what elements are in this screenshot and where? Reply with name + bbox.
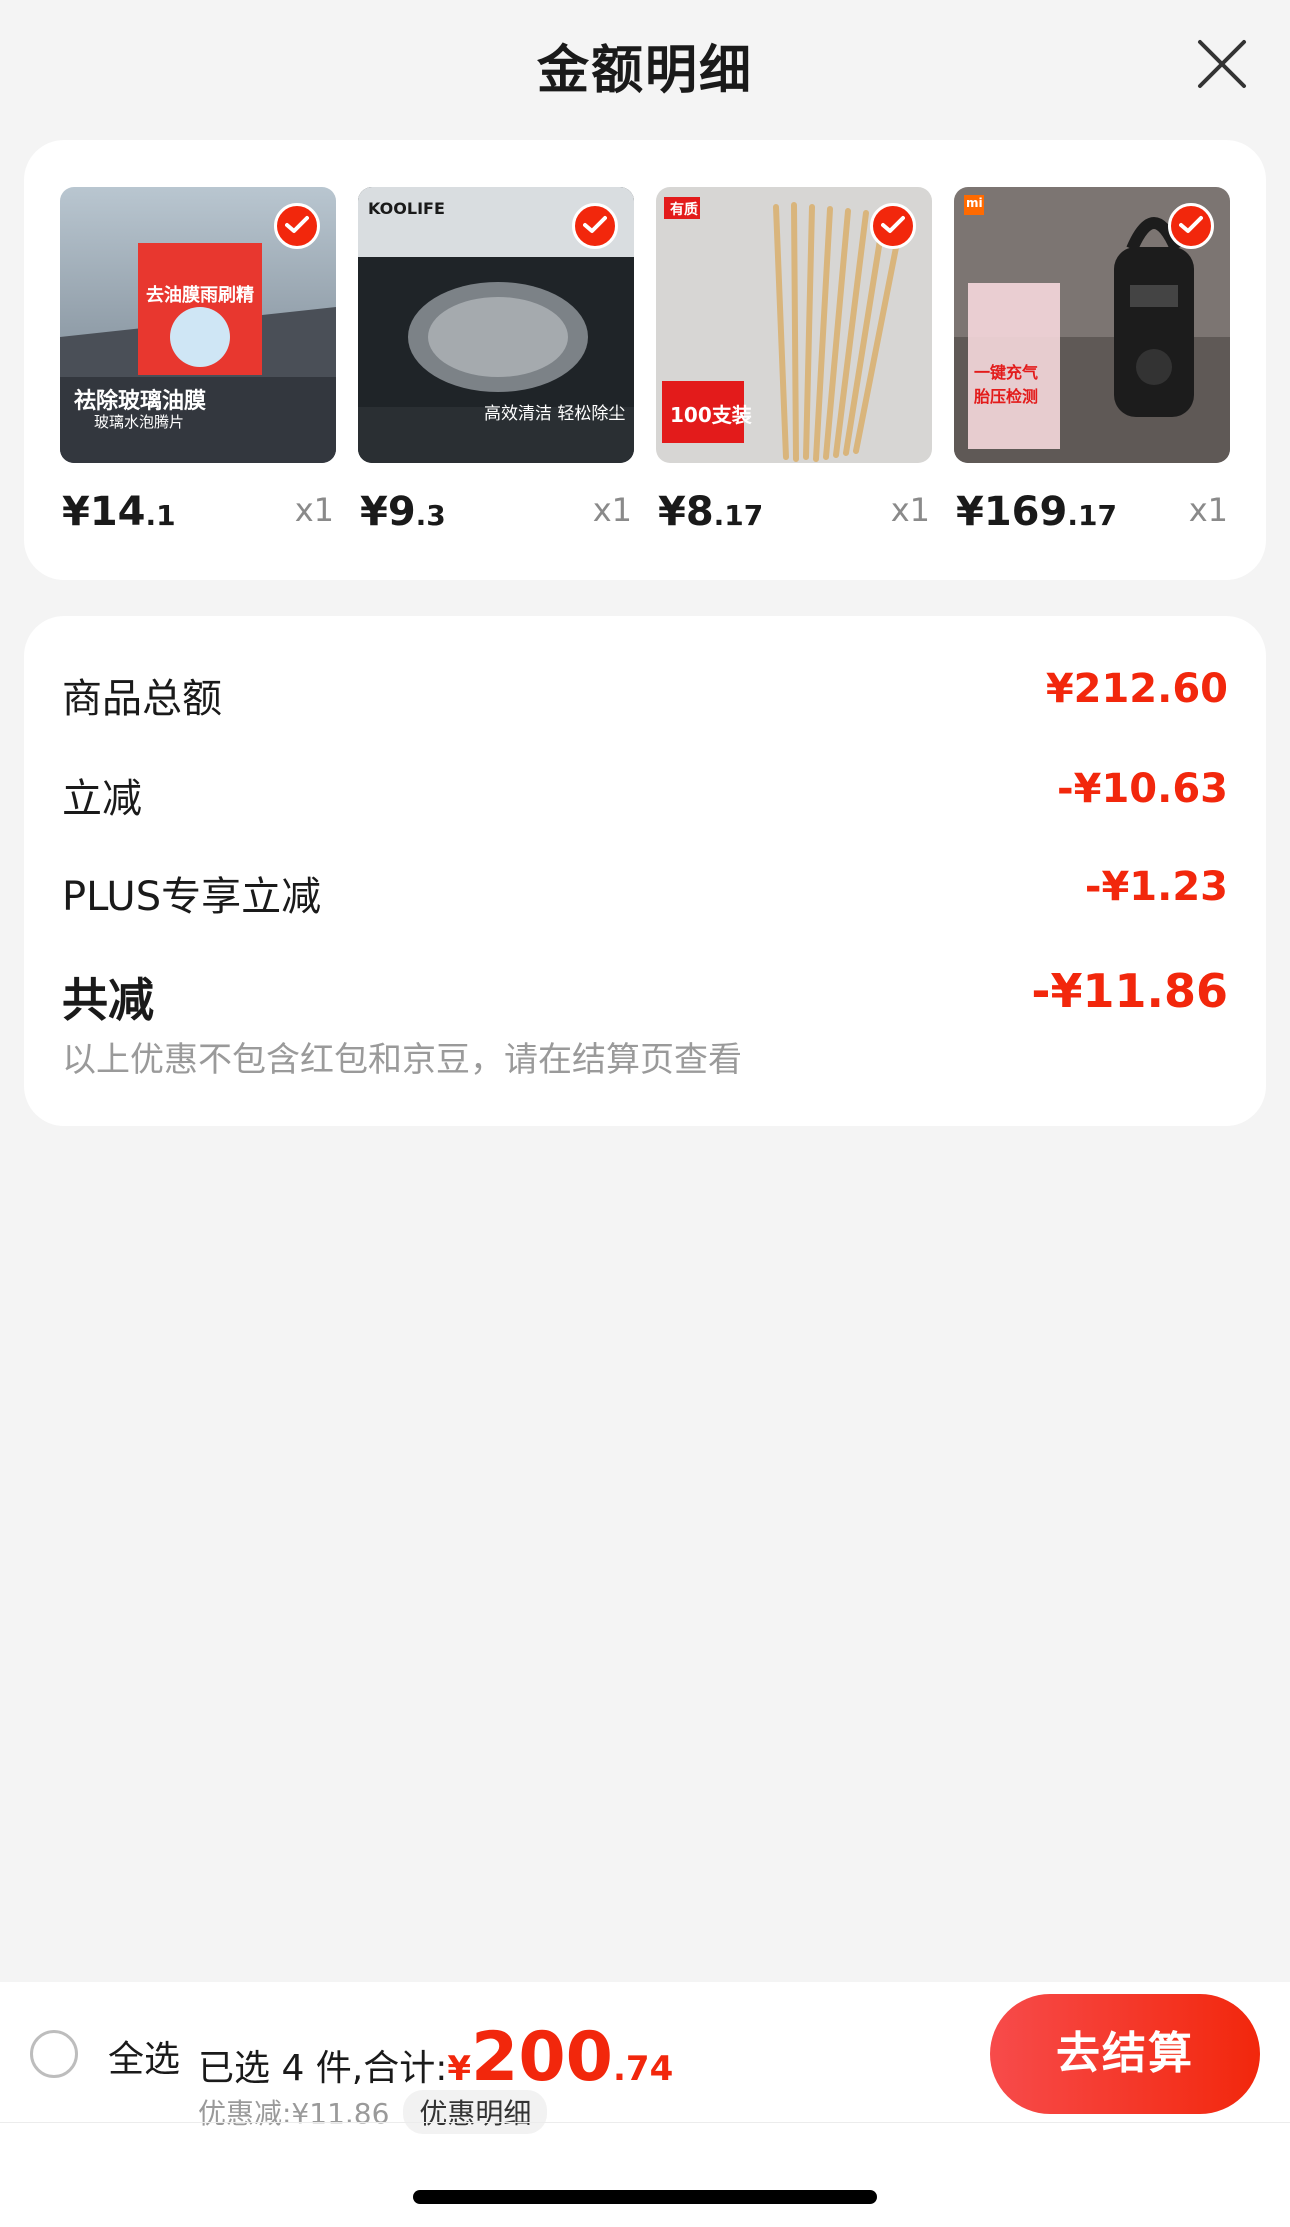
summary-label: PLUS专享立减 — [62, 874, 322, 920]
summary-row-instant-discount: 立减 -¥10.63 — [62, 766, 1228, 826]
summary-total-label: 共减 — [62, 973, 154, 1027]
product-item[interactable]: 一键充气 胎压检测 mi ¥169.17 x1 — [954, 187, 1230, 541]
amount-detail-sheet: 金额明细 去油膜雨刷精 祛除玻璃油膜 玻璃水泡腾片 ¥14.1 x1 KOOLI… — [0, 0, 1290, 1982]
selected-check[interactable] — [572, 203, 618, 249]
product-qty: x1 — [592, 491, 632, 529]
product-price: ¥14.1 — [62, 489, 176, 535]
summary-row-plus-discount: PLUS专享立减 -¥1.23 — [62, 864, 1228, 924]
select-all-label[interactable]: 全选 — [108, 2030, 180, 2082]
selected-check[interactable] — [870, 203, 916, 249]
selected-check[interactable] — [274, 203, 320, 249]
product-price-row: ¥8.17 x1 — [656, 481, 932, 541]
product-item[interactable]: KOOLIFE 高效清洁 轻松除尘 ¥9.3 x1 — [358, 187, 634, 541]
saved-amount-line: 优惠减:¥11.86 优惠明细 — [198, 2090, 548, 2134]
product-image-tag: 有质 — [670, 202, 698, 218]
page-title: 金额明细 — [536, 41, 753, 101]
product-price-row: ¥169.17 x1 — [954, 481, 1230, 541]
select-all-radio[interactable] — [30, 2030, 78, 2078]
product-qty: x1 — [890, 491, 930, 529]
check-icon — [881, 216, 905, 233]
product-image-caption: 一键充气 胎压检测 — [974, 363, 1039, 406]
check-icon — [583, 216, 607, 233]
product-image[interactable]: KOOLIFE 高效清洁 轻松除尘 — [358, 187, 634, 463]
check-icon — [285, 216, 309, 233]
product-image-brand: KOOLIFE — [368, 199, 445, 218]
summary-label: 商品总额 — [62, 676, 222, 722]
summary-label: 立减 — [62, 776, 142, 822]
sheet-header: 金额明细 — [0, 0, 1290, 130]
saved-amount: 优惠减:¥11.86 — [198, 2097, 390, 2130]
product-price: ¥9.3 — [360, 489, 446, 535]
checkout-button[interactable]: 去结算 — [990, 1994, 1260, 2114]
product-image[interactable]: 一键充气 胎压检测 mi — [954, 187, 1230, 463]
close-icon — [1198, 40, 1246, 88]
close-button[interactable] — [1194, 36, 1250, 92]
total-price: ¥200.74 — [447, 2018, 674, 2097]
summary-row-subtotal: 商品总额 ¥212.60 — [62, 666, 1228, 726]
summary-value: -¥1.23 — [1084, 864, 1228, 910]
product-image-caption: 高效清洁 轻松除尘 — [484, 404, 626, 424]
check-icon — [1179, 216, 1203, 233]
price-summary-card: 商品总额 ¥212.60 立减 -¥10.63 PLUS专享立减 -¥1.23 … — [24, 616, 1266, 1126]
home-indicator — [413, 2190, 877, 2204]
product-price: ¥169.17 — [956, 489, 1117, 535]
product-image-sub: 玻璃水泡腾片 — [94, 413, 185, 431]
selected-count-text: 已选 4 件,合计: — [198, 2048, 448, 2089]
product-item[interactable]: 100支装 有质 ¥8.17 x1 — [656, 187, 932, 541]
selected-check[interactable] — [1168, 203, 1214, 249]
product-qty: x1 — [294, 491, 334, 529]
discount-note: 以上优惠不包含红包和京豆，请在结算页查看 — [62, 1040, 742, 1080]
product-price-row: ¥9.3 x1 — [358, 481, 634, 541]
product-image-tag: mi — [966, 196, 983, 210]
discount-detail-button[interactable]: 优惠明细 — [403, 2090, 548, 2134]
summary-value: ¥212.60 — [1045, 666, 1228, 712]
product-image[interactable]: 100支装 有质 — [656, 187, 932, 463]
product-image[interactable]: 去油膜雨刷精 祛除玻璃油膜 玻璃水泡腾片 — [60, 187, 336, 463]
product-image-label: 去油膜雨刷精 — [146, 285, 254, 306]
product-item[interactable]: 去油膜雨刷精 祛除玻璃油膜 玻璃水泡腾片 ¥14.1 x1 — [60, 187, 336, 541]
product-qty: x1 — [1188, 491, 1228, 529]
summary-value: -¥10.63 — [1057, 766, 1228, 812]
divider — [0, 2122, 1290, 2123]
products-card: 去油膜雨刷精 祛除玻璃油膜 玻璃水泡腾片 ¥14.1 x1 KOOLIFE 高效… — [24, 140, 1266, 580]
product-image-caption: 100支装 — [670, 403, 752, 427]
summary-row-total-discount: 共减 -¥11.86 — [62, 964, 1228, 1027]
product-price: ¥8.17 — [658, 489, 764, 535]
selected-summary: 已选 4 件,合计:¥200.74 — [198, 2018, 673, 2097]
summary-total-value: -¥11.86 — [1031, 964, 1228, 1018]
product-price-row: ¥14.1 x1 — [60, 481, 336, 541]
